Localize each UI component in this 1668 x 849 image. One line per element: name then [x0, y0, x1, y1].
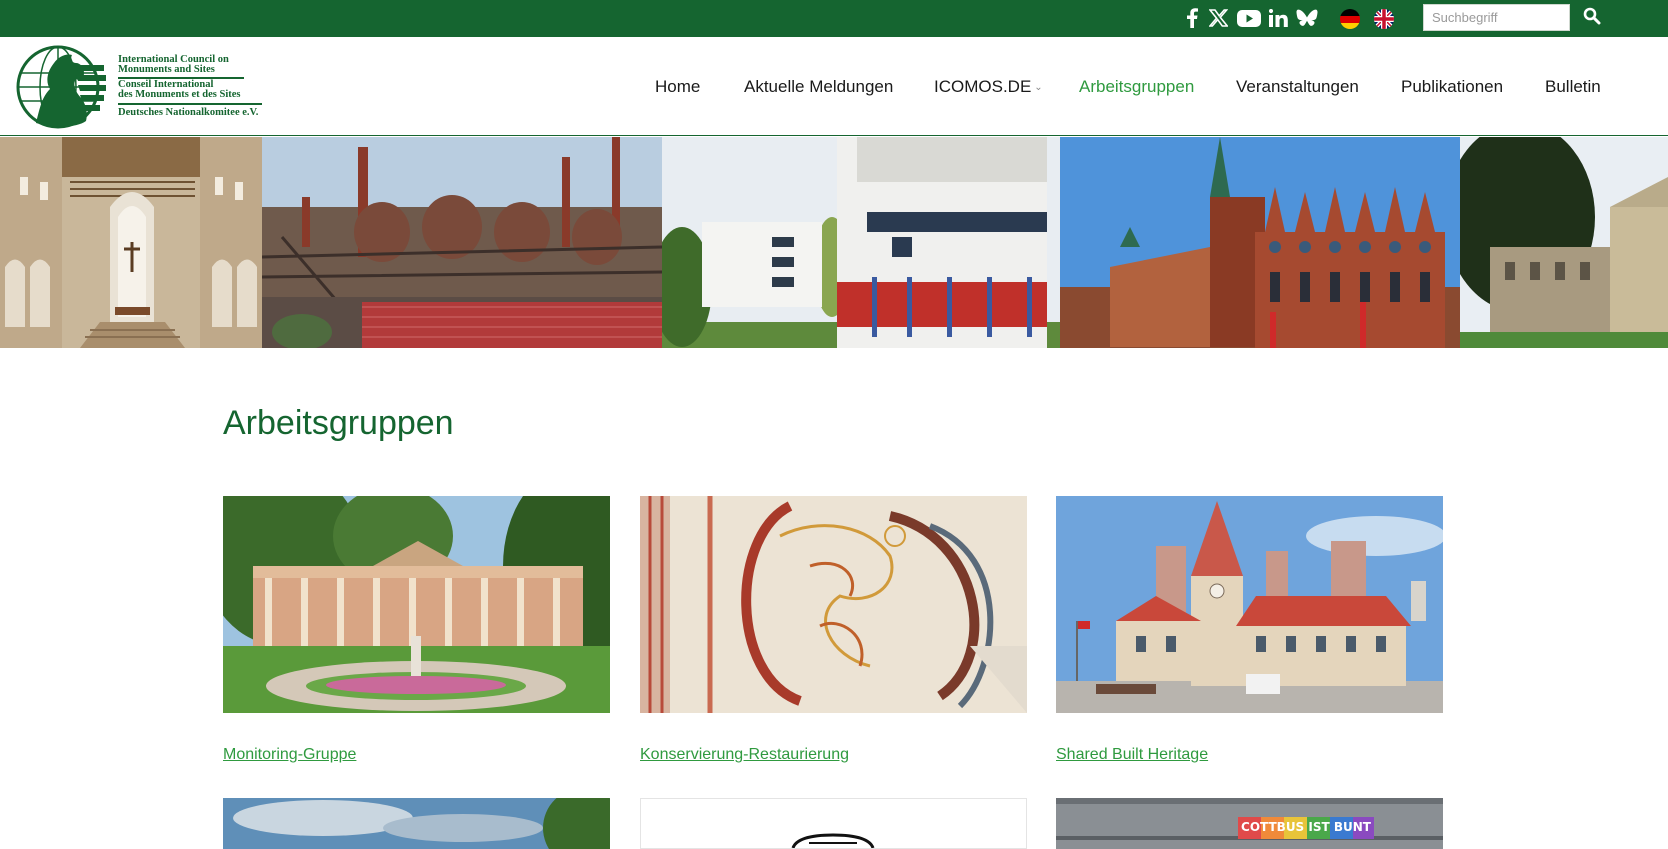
banner-classical-building-image — [1460, 137, 1668, 348]
linkedin-icon[interactable] — [1268, 8, 1288, 28]
banner-industrial-complex-image — [262, 137, 662, 348]
nav-item-icomos-de-label: ICOMOS.DE — [934, 77, 1032, 96]
card-image-monitoring-gruppe[interactable] — [223, 496, 610, 713]
bluesky-icon[interactable] — [1296, 8, 1318, 28]
card-image-row2-2[interactable] — [640, 798, 1027, 849]
card-image-shared-built-heritage[interactable] — [1056, 496, 1443, 713]
globe-horse-emblem-icon — [16, 45, 106, 129]
site-header: International Council on Monuments and S… — [0, 37, 1668, 136]
top-bar — [0, 0, 1668, 37]
card-link-konservierung-restaurierung[interactable]: Konservierung-Restaurierung — [640, 746, 849, 764]
card-image-row2-3[interactable]: COTTBUS IST BUNT — [1056, 798, 1443, 849]
search-icon[interactable] — [1583, 7, 1603, 27]
banner-modernist-houses-image — [662, 137, 1060, 348]
nav-item-home[interactable]: Home — [655, 77, 700, 97]
banner-gothic-town-hall-image — [1060, 137, 1460, 348]
logo-line-5: Deutsches Nationalkomitee e.V. — [118, 107, 259, 118]
card-link-monitoring-gruppe[interactable]: Monitoring-Gruppe — [223, 746, 356, 764]
card-link-shared-built-heritage[interactable]: Shared Built Heritage — [1056, 746, 1208, 764]
uk-flag-icon[interactable] — [1374, 9, 1394, 29]
globe-logo-icon — [791, 833, 875, 848]
cottbus-ist-bunt-sign: COTTBUS IST BUNT — [1241, 820, 1371, 834]
nav-item-publikationen[interactable]: Publikationen — [1401, 77, 1503, 97]
logo-divider-2 — [118, 103, 262, 105]
card-image-row2-1[interactable] — [223, 798, 610, 849]
nav-item-veranstaltungen[interactable]: Veranstaltungen — [1236, 77, 1359, 97]
youtube-icon[interactable] — [1237, 8, 1261, 28]
nav-item-icomos-de[interactable]: ICOMOS.DE ⌄ — [934, 77, 1043, 97]
search-input[interactable] — [1423, 4, 1570, 31]
facebook-icon[interactable] — [1184, 8, 1200, 28]
nav-item-arbeitsgruppen[interactable]: Arbeitsgruppen — [1079, 77, 1194, 97]
de-flag-icon[interactable] — [1340, 9, 1360, 29]
sky-landscape-image — [223, 798, 610, 849]
card-image-konservierung-restaurierung[interactable] — [640, 496, 1027, 713]
icomos-logo[interactable]: International Council on Monuments and S… — [6, 45, 266, 129]
logo-line-2: Monuments and Sites — [118, 64, 215, 75]
mural-fragment-image — [640, 496, 1027, 713]
page-title: Arbeitsgruppen — [223, 404, 454, 442]
x-icon[interactable] — [1208, 8, 1228, 28]
nav-item-bulletin[interactable]: Bulletin — [1545, 77, 1601, 97]
logo-line-4: des Monuments et des Sites — [118, 89, 241, 100]
heritage-banner — [0, 137, 1668, 348]
spa-colonnade-image — [223, 496, 610, 713]
chevron-down-icon: ⌄ — [1034, 82, 1043, 93]
banner-church-interior-image — [0, 137, 262, 348]
colonial-station-image — [1056, 496, 1443, 713]
nav-item-aktuelle-meldungen[interactable]: Aktuelle Meldungen — [744, 77, 893, 97]
